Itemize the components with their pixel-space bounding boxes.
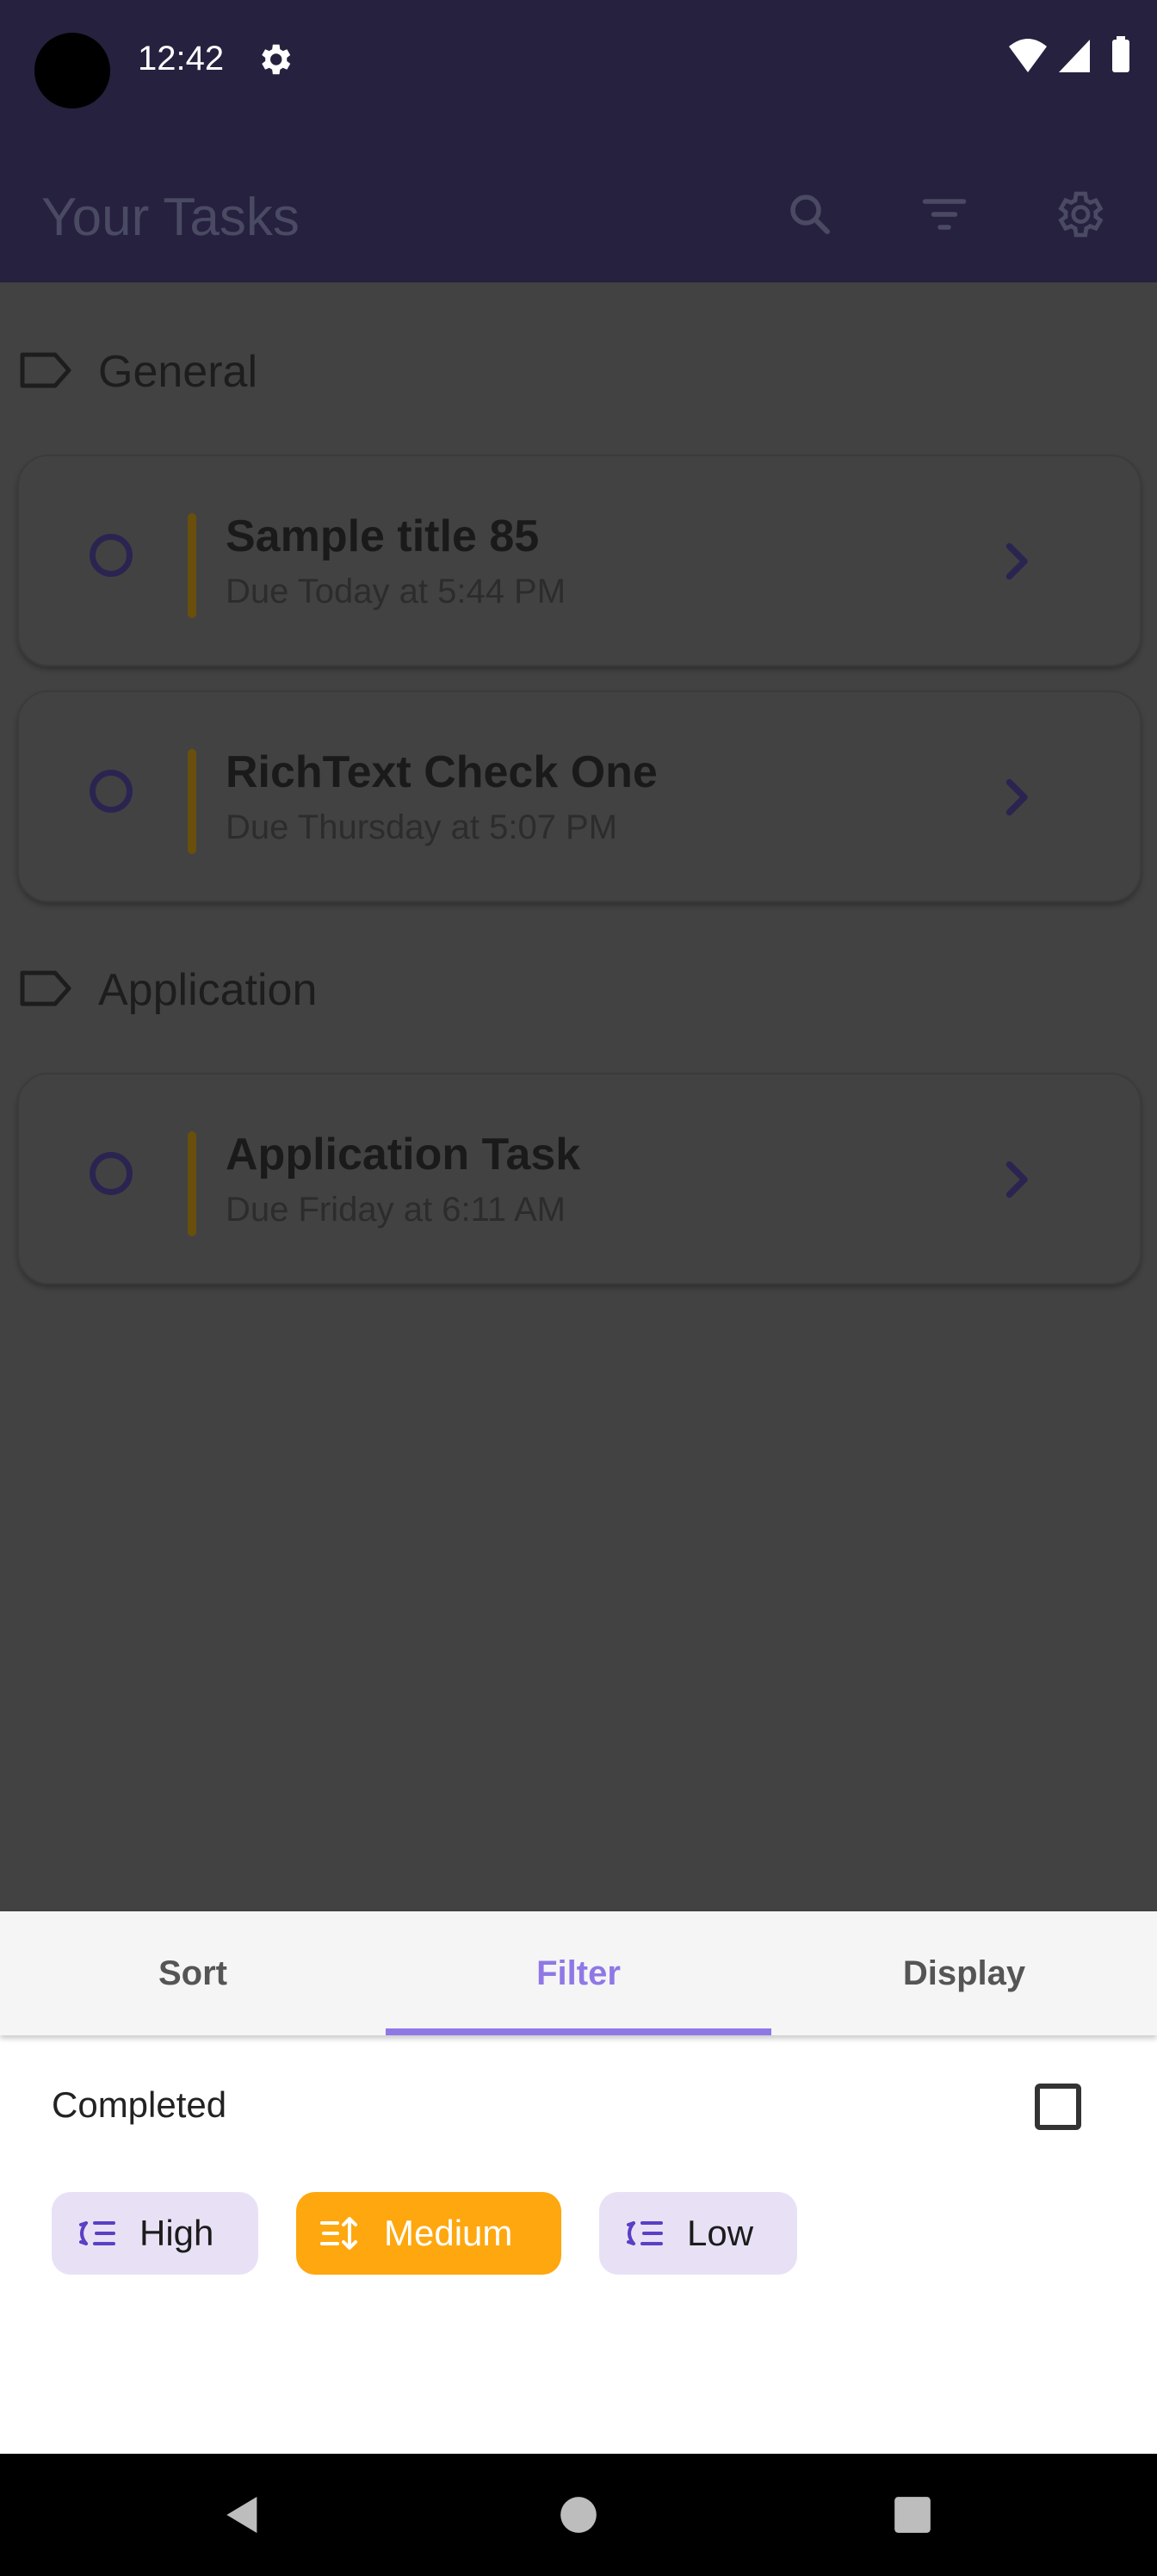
tab-display[interactable]: Display xyxy=(771,1911,1157,2035)
gear-icon xyxy=(1058,191,1104,238)
status-icons xyxy=(1009,36,1129,72)
status-time: 12:42 xyxy=(138,40,225,77)
completed-checkbox[interactable] xyxy=(1035,2084,1081,2130)
priority-chip-high[interactable]: High xyxy=(52,2192,258,2275)
filter-button[interactable] xyxy=(906,176,983,253)
chip-label: Low xyxy=(687,2213,754,2253)
task-card[interactable]: RichText Check One Due Thursday at 5:07 … xyxy=(17,690,1142,902)
tab-filter[interactable]: Filter xyxy=(386,1911,771,2035)
section-header-general: General xyxy=(0,327,1157,413)
task-card[interactable]: Sample title 85 Due Today at 5:44 PM xyxy=(17,455,1142,666)
chevron-right-icon[interactable] xyxy=(990,536,1042,587)
chevron-right-icon[interactable] xyxy=(990,1154,1042,1205)
task-title: Application Task xyxy=(226,1130,581,1180)
search-button[interactable] xyxy=(771,176,849,253)
priority-indicator xyxy=(188,749,196,854)
page-title: Your Tasks xyxy=(41,188,300,247)
status-bar: 12:42 xyxy=(0,0,1157,146)
chevron-right-icon[interactable] xyxy=(990,771,1042,823)
priority-low-icon xyxy=(627,2221,663,2245)
label-icon xyxy=(20,352,71,388)
label-icon xyxy=(20,970,71,1006)
task-due-date: Due Thursday at 5:07 PM xyxy=(226,808,618,846)
task-title: Sample title 85 xyxy=(226,511,540,561)
home-button[interactable] xyxy=(518,2454,639,2576)
completed-label: Completed xyxy=(52,2084,227,2125)
chip-label: Medium xyxy=(384,2213,513,2253)
priority-indicator xyxy=(188,1131,196,1236)
system-nav-bar xyxy=(0,2454,1157,2576)
task-due-date: Due Today at 5:44 PM xyxy=(226,573,566,610)
priority-indicator xyxy=(188,513,196,618)
filter-icon xyxy=(922,199,967,230)
priority-chip-low[interactable]: Low xyxy=(599,2192,797,2275)
task-due-date: Due Friday at 6:11 AM xyxy=(226,1191,566,1229)
sheet-tabs: Sort Filter Display xyxy=(0,1911,1157,2035)
task-complete-toggle[interactable] xyxy=(90,534,133,577)
task-list: General Sample title 85 Due Today at 5:4… xyxy=(0,282,1157,1911)
battery-icon xyxy=(1112,40,1129,72)
priority-medium-icon xyxy=(320,2217,357,2250)
priority-high-icon xyxy=(79,2221,115,2245)
recents-square-icon xyxy=(894,2497,931,2533)
filter-bottom-sheet: Sort Filter Display Completed High Mediu… xyxy=(0,1911,1157,2454)
settings-button[interactable] xyxy=(1040,176,1117,253)
section-header-application: Application xyxy=(0,945,1157,1031)
task-title: RichText Check One xyxy=(226,747,658,797)
camera-cutout xyxy=(34,33,110,108)
search-icon xyxy=(790,195,830,234)
app-bar: Your Tasks xyxy=(0,146,1157,282)
task-card[interactable]: Application Task Due Friday at 6:11 AM xyxy=(17,1073,1142,1285)
home-circle-icon xyxy=(560,2497,597,2533)
recents-button[interactable] xyxy=(852,2454,973,2576)
section-title: Application xyxy=(98,965,318,1015)
back-button[interactable] xyxy=(183,2454,303,2576)
priority-chip-medium[interactable]: Medium xyxy=(296,2192,561,2275)
tab-sort[interactable]: Sort xyxy=(0,1911,386,2035)
tab-indicator xyxy=(386,2028,771,2035)
settings-notification-icon xyxy=(262,44,291,75)
chip-label: High xyxy=(139,2213,214,2253)
wifi-icon xyxy=(1009,39,1047,72)
task-complete-toggle[interactable] xyxy=(90,770,133,813)
section-title: General xyxy=(98,347,257,397)
signal-icon xyxy=(1059,40,1090,72)
task-complete-toggle[interactable] xyxy=(90,1152,133,1195)
back-triangle-icon xyxy=(226,2497,257,2533)
